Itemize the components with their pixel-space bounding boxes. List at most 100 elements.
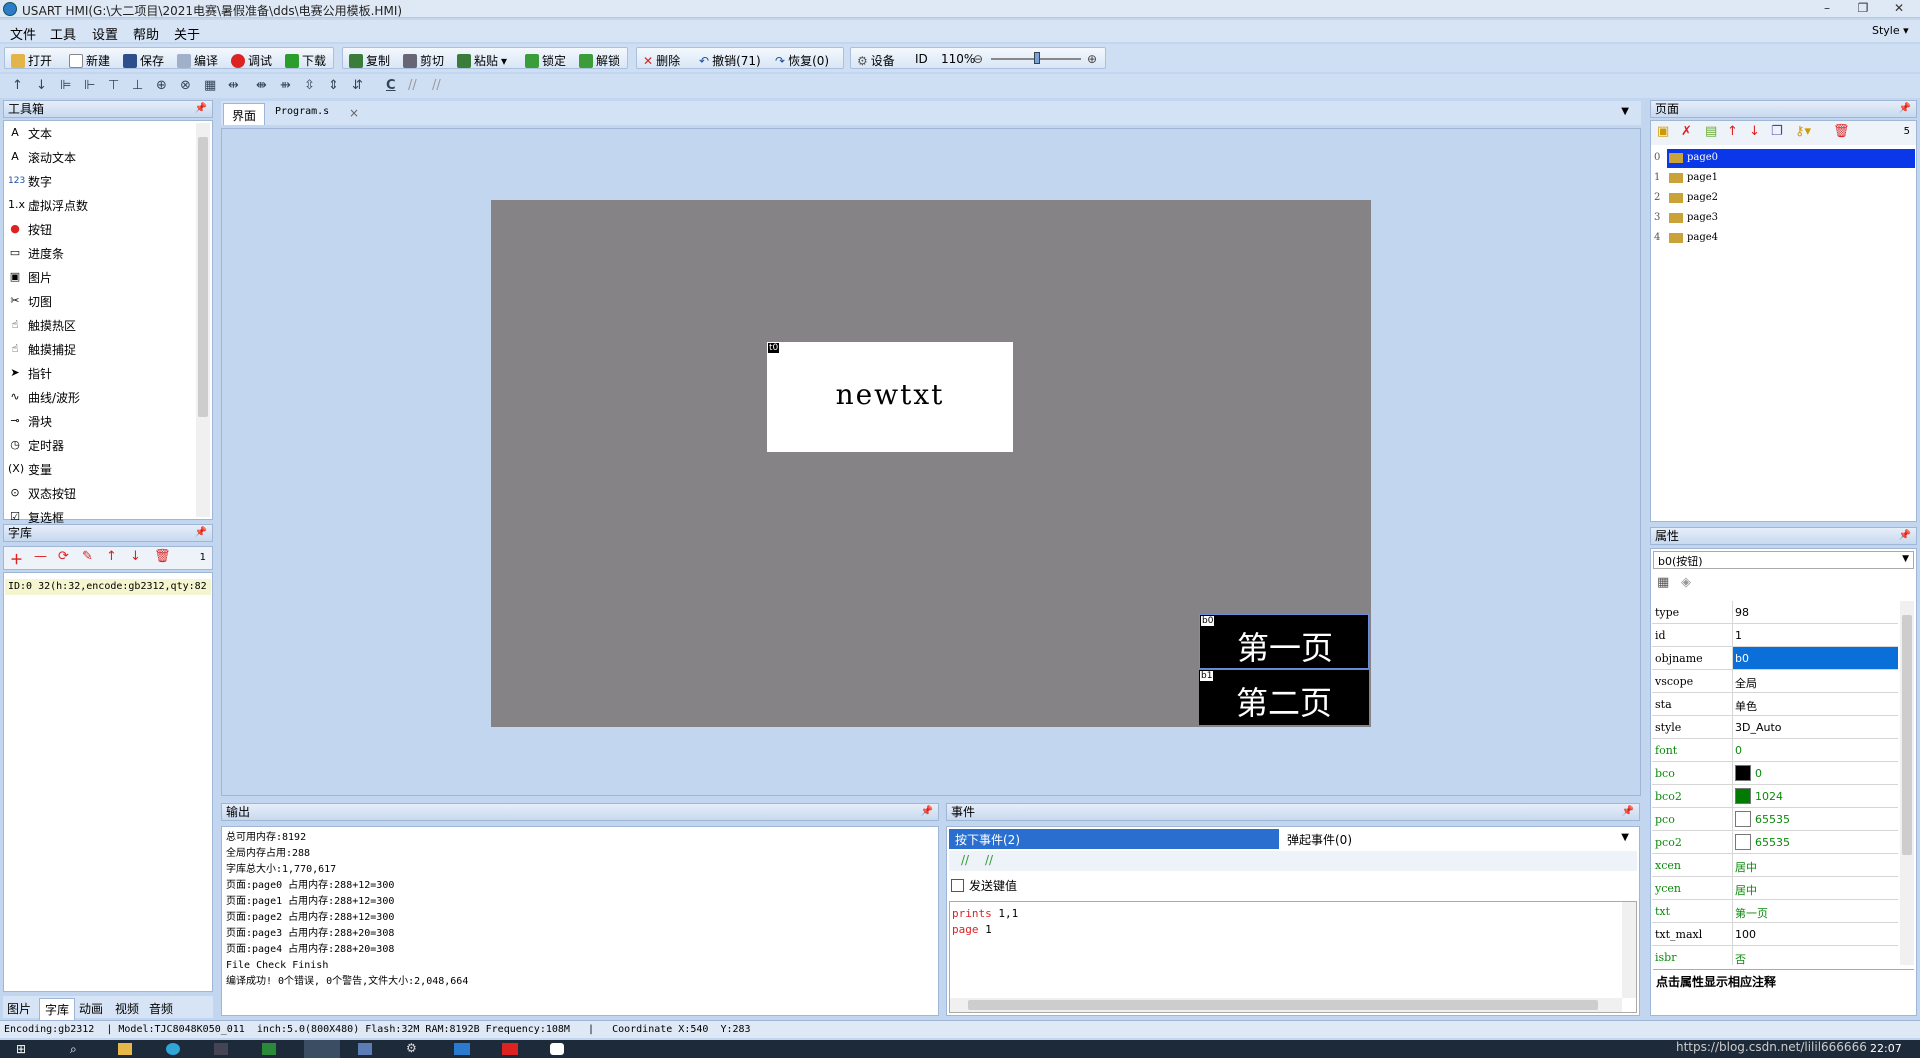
copy-page-icon[interactable]: ❐ — [1771, 124, 1783, 139]
comment-icon[interactable]: // — [961, 853, 969, 867]
vspace-dec-icon[interactable]: ⇵ — [352, 78, 363, 93]
app-icon[interactable] — [502, 1043, 518, 1055]
search-icon[interactable]: ⌕ — [70, 1042, 77, 1057]
fontlib-entry[interactable]: ID:0 32(h:32,encode:gb2312,qty:82 — [5, 579, 211, 595]
button-b1[interactable]: b1 第二页 — [1199, 670, 1369, 725]
comment-icon[interactable]: // — [408, 78, 417, 93]
prop-value[interactable]: 居中 — [1735, 859, 1757, 875]
refresh-icon[interactable]: ⟳ — [58, 549, 69, 564]
sort-category-icon[interactable]: ▦ — [1657, 575, 1669, 590]
uncomment-icon[interactable]: // — [432, 78, 441, 93]
event-code-editor[interactable]: prints 1,1 page 1 — [949, 901, 1637, 1013]
prop-value[interactable]: 65535 — [1755, 836, 1790, 849]
prop-row[interactable]: style 3D_Auto — [1652, 716, 1898, 739]
vspace-inc-icon[interactable]: ⇕ — [328, 78, 339, 93]
prop-row[interactable]: bco2 1024 — [1652, 785, 1898, 808]
center-v-icon[interactable]: ⊗ — [180, 78, 191, 93]
tab-press-event[interactable]: 按下事件(2) — [949, 829, 1279, 849]
close-tab-icon[interactable]: × — [341, 103, 367, 125]
center-h-icon[interactable]: ⊕ — [156, 78, 167, 93]
gear-icon[interactable]: ⚙ — [406, 1041, 417, 1055]
pin-icon[interactable]: 📌 — [1622, 804, 1634, 820]
lock-button[interactable]: 锁定 — [525, 52, 566, 69]
pin-icon[interactable]: 📌 — [1899, 528, 1911, 544]
prop-value[interactable]: 65535 — [1755, 813, 1790, 826]
prop-value[interactable]: 第一页 — [1735, 905, 1768, 921]
props-scroll-thumb[interactable] — [1902, 615, 1912, 855]
download-button[interactable]: 下载 — [285, 52, 326, 69]
add-page-icon[interactable]: ▣ — [1657, 124, 1669, 139]
toolbox-scrollbar[interactable] — [196, 123, 210, 517]
same-size-icon[interactable]: ▦ — [204, 78, 216, 93]
undo-button[interactable]: ↶ 撤销(71) — [699, 52, 761, 69]
toolbox-item[interactable]: ∿ 曲线/波形 — [8, 387, 80, 407]
align-top-icon[interactable]: ⊤ — [108, 78, 119, 93]
prop-value[interactable]: 1 — [1735, 629, 1742, 642]
zoom-in-icon[interactable]: ⊕ — [1087, 52, 1097, 66]
edit-icon[interactable]: ✎ — [82, 549, 93, 564]
style-menu[interactable]: Style ▾ — [1872, 24, 1909, 37]
toolbox-item[interactable]: ➤ 指针 — [8, 363, 52, 383]
import-page-icon[interactable]: ▤ — [1705, 124, 1717, 139]
tab-design[interactable]: 界面 — [223, 103, 266, 125]
prop-row[interactable]: objname b0 — [1652, 647, 1898, 670]
menu-settings[interactable]: 设置 — [92, 24, 118, 43]
prop-value[interactable]: 1024 — [1755, 790, 1783, 803]
page-list-item[interactable]: 1 page1 — [1651, 169, 1916, 189]
zoom-slider-thumb[interactable] — [1034, 52, 1040, 64]
prop-value[interactable]: 居中 — [1735, 882, 1757, 898]
props-scrollbar[interactable] — [1900, 601, 1914, 965]
tab-fonts[interactable]: 字库 — [39, 998, 76, 1021]
menu-about[interactable]: 关于 — [174, 24, 200, 43]
open-button[interactable]: 打开 — [11, 52, 52, 69]
prop-value[interactable]: 否 — [1735, 951, 1746, 965]
prop-row[interactable]: sta 单色 — [1652, 693, 1898, 716]
prop-value[interactable]: 100 — [1735, 928, 1756, 941]
move-up-icon[interactable]: ↑ — [12, 78, 23, 93]
browser-icon[interactable] — [166, 1043, 180, 1055]
color-swatch[interactable] — [1735, 834, 1751, 850]
prop-value[interactable]: b0 — [1735, 652, 1749, 665]
hspace-dec-icon[interactable]: ⇻ — [280, 78, 291, 93]
redo-button[interactable]: ↷ 恢复(0) — [775, 52, 829, 69]
toolbox-item[interactable]: 123 数字 — [8, 171, 52, 191]
app-icon[interactable] — [214, 1043, 228, 1055]
color-swatch[interactable] — [1735, 788, 1751, 804]
menu-help[interactable]: 帮助 — [133, 24, 159, 43]
checkbox-icon[interactable] — [951, 879, 964, 892]
align-right-icon[interactable]: ⊩ — [84, 78, 95, 93]
toolbox-item[interactable]: ✂ 切图 — [8, 291, 52, 311]
explorer-icon[interactable] — [118, 1043, 132, 1055]
toolbox-item[interactable]: A 文本 — [8, 123, 52, 143]
compile-button[interactable]: 编译 — [177, 52, 218, 69]
prop-value[interactable]: 全局 — [1735, 675, 1757, 691]
close-button[interactable]: ✕ — [1884, 0, 1914, 16]
new-button[interactable]: 新建 — [69, 52, 110, 69]
paste-button[interactable]: 粘贴 ▾ — [457, 52, 507, 69]
unlock-button[interactable]: 解锁 — [579, 52, 620, 69]
toolbox-scroll-thumb[interactable] — [198, 137, 208, 417]
tab-audio[interactable]: 音频 — [149, 1000, 173, 1017]
tab-release-event[interactable]: 弹起事件(0) — [1281, 829, 1637, 849]
component-select[interactable]: b0(按钮) ▼ — [1653, 551, 1914, 569]
move-down-icon[interactable]: ↓ — [36, 78, 47, 93]
move-up-icon[interactable]: ↑ — [1727, 124, 1738, 139]
id-toggle[interactable]: ID — [915, 52, 928, 66]
trash-icon[interactable]: 🗑 — [154, 549, 171, 564]
page-list-item[interactable]: 4 page4 — [1651, 229, 1916, 249]
prop-row[interactable]: bco 0 — [1652, 762, 1898, 785]
color-swatch[interactable] — [1735, 765, 1751, 781]
sort-alpha-icon[interactable]: ◈ — [1681, 575, 1691, 590]
toolbox-item[interactable]: ▣ 图片 — [8, 267, 52, 287]
code-hscrollbar[interactable] — [950, 998, 1622, 1012]
color-swatch[interactable] — [1735, 811, 1751, 827]
send-key-checkbox[interactable]: 发送键值 — [951, 877, 1017, 894]
cut-button[interactable]: 剪切 — [403, 52, 444, 69]
page-list-item[interactable]: 0 page0 — [1651, 149, 1916, 169]
prop-value[interactable]: 单色 — [1735, 698, 1757, 714]
uncomment-icon[interactable]: // — [985, 853, 993, 867]
page-list-item[interactable]: 2 page2 — [1651, 189, 1916, 209]
tab-program[interactable]: Program.s — [267, 103, 337, 125]
move-down-icon[interactable]: ↓ — [1749, 124, 1760, 139]
toolbox-item[interactable]: 1.x 虚拟浮点数 — [8, 195, 88, 215]
